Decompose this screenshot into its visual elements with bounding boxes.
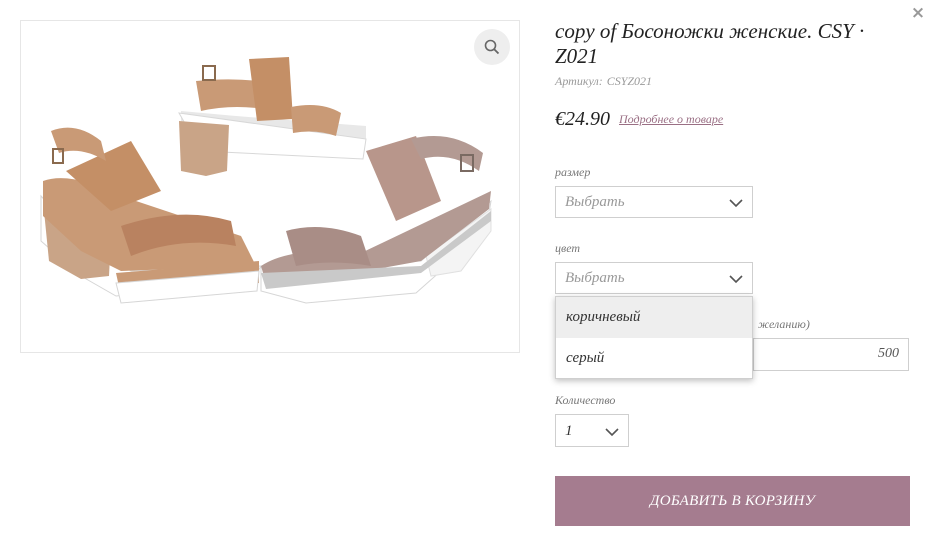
color-label: цвет [555,241,581,255]
quantity-select[interactable]: 1 [555,414,629,447]
sku-label: Артикул: [555,74,603,88]
product-price: €24.90 [555,108,610,130]
sandals-photo [40,57,492,304]
add-to-cart-button[interactable]: ДОБАВИТЬ В КОРЗИНУ [555,476,910,526]
color-select[interactable]: Выбрать [555,262,753,294]
size-select-value: Выбрать [565,194,625,210]
chevron-down-icon [729,275,743,284]
sku-value: CSYZ021 [606,74,653,88]
color-option-brown[interactable]: коричневый [556,297,752,338]
product-image [20,20,520,353]
amount-label: желанию) [758,317,810,331]
details-link[interactable]: Подробнее о товаре [619,112,723,127]
color-option-gray[interactable]: серый [556,338,752,379]
close-icon[interactable]: × [908,3,928,23]
sandal-left [40,127,262,304]
magnifier-icon [484,39,500,55]
color-select-value: Выбрать [565,270,625,286]
product-sku: Артикул: CSYZ021 [555,74,652,89]
chevron-down-icon [605,428,619,437]
size-label: размер [555,165,591,179]
sandal-right [260,136,492,304]
product-title: copy of Босоножки женские. CSY · Z021 [555,19,865,68]
quantity-label: Количество [555,393,616,407]
chevron-down-icon [729,199,743,208]
zoom-button[interactable] [474,29,510,65]
size-select[interactable]: Выбрать [555,186,753,218]
sandal-back [178,57,367,176]
color-dropdown: коричневый серый [555,296,753,379]
amount-input[interactable]: 500 [753,338,909,371]
quantity-value: 1 [565,423,573,439]
